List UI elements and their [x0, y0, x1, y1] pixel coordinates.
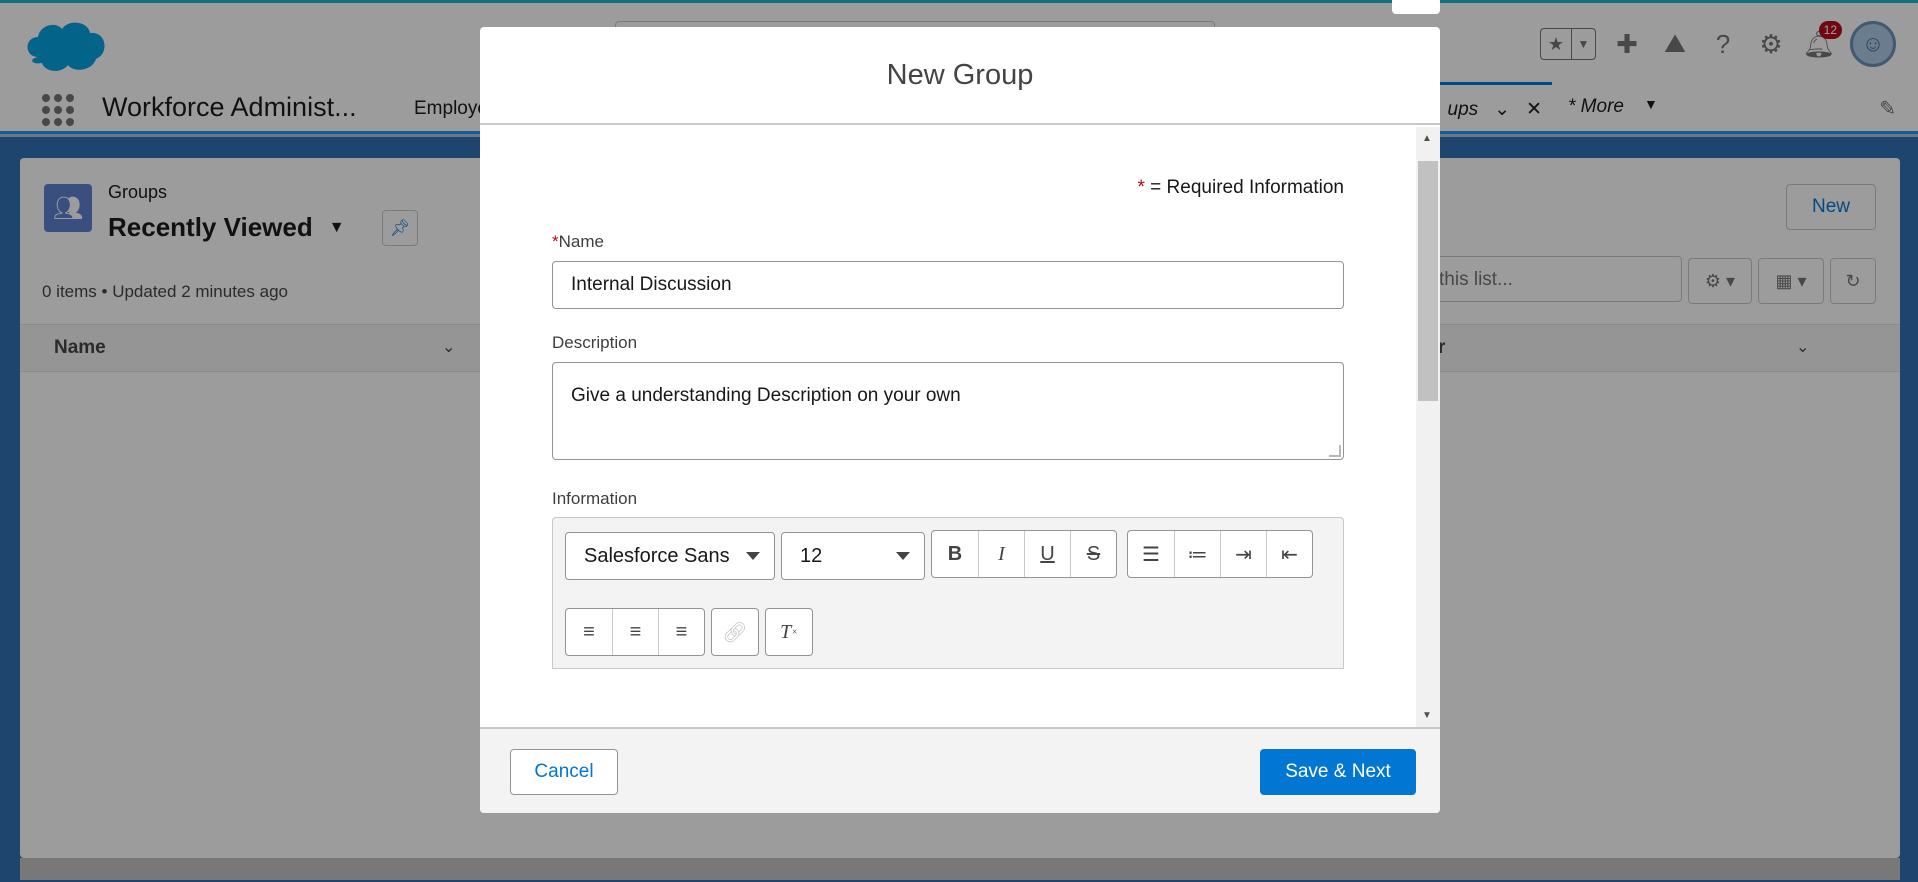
- description-textarea[interactable]: Give a understanding Description on your…: [552, 362, 1344, 460]
- scroll-down-icon[interactable]: ▼: [1422, 710, 1432, 721]
- indent-icon[interactable]: ⇥: [1220, 531, 1266, 577]
- required-star: *: [1137, 177, 1145, 198]
- name-label: *Name: [552, 232, 604, 251]
- font-size-select[interactable]: 12: [781, 532, 925, 580]
- align-left-icon[interactable]: ≡: [566, 609, 612, 655]
- clear-format-group: T ×: [765, 608, 813, 656]
- information-label: Information: [552, 489, 638, 508]
- underline-icon[interactable]: U: [1024, 531, 1070, 577]
- clear-formatting-icon[interactable]: T ×: [766, 609, 812, 655]
- resize-handle[interactable]: [1329, 445, 1341, 457]
- font-family-select[interactable]: Salesforce Sans: [565, 532, 775, 580]
- required-star: *: [552, 232, 559, 251]
- required-info-text: = Required Information: [1144, 177, 1344, 198]
- scroll-thumb[interactable]: [1418, 161, 1438, 401]
- cancel-button[interactable]: Cancel: [510, 749, 618, 795]
- list-format-group: ☰ ≔ ⇥ ⇤: [1127, 530, 1313, 578]
- scroll-up-icon[interactable]: ▲: [1422, 133, 1432, 144]
- link-icon: 🔗︎: [722, 621, 748, 644]
- modal-title: New Group: [886, 58, 1034, 91]
- bold-icon[interactable]: B: [932, 531, 978, 577]
- modal-footer: Cancel Save & Next: [480, 727, 1440, 813]
- link-group: 🔗︎: [711, 608, 759, 656]
- modal-body: * = Required Information *Name Internal …: [480, 127, 1440, 727]
- new-group-modal: New Group * = Required Information *Name…: [480, 27, 1440, 813]
- caret-down-icon: [896, 552, 910, 560]
- align-center-icon[interactable]: ≡: [612, 609, 658, 655]
- text-format-group: B I U S: [931, 530, 1117, 578]
- outdent-icon[interactable]: ⇤: [1266, 531, 1312, 577]
- modal-header: New Group: [480, 27, 1440, 125]
- save-next-button[interactable]: Save & Next: [1260, 749, 1416, 795]
- italic-icon[interactable]: I: [978, 531, 1024, 577]
- modal-vertical-scrollbar[interactable]: ▲ ▼: [1416, 127, 1440, 727]
- description-value: Give a understanding Description on your…: [571, 385, 961, 406]
- caret-down-icon: [746, 552, 760, 560]
- rich-text-editor: Salesforce Sans 12 B I U S ☰ ≔ ⇥ ⇤ ≡ ≡ ≡…: [552, 517, 1344, 727]
- align-group: ≡ ≡ ≡: [565, 608, 705, 656]
- name-input[interactable]: Internal Discussion: [552, 261, 1344, 309]
- modal-close-button[interactable]: [1392, 0, 1440, 14]
- rich-text-content-area[interactable]: [552, 668, 1344, 727]
- required-info-note: * = Required Information: [1138, 177, 1345, 199]
- font-size-value: 12: [800, 544, 823, 567]
- description-label: Description: [552, 333, 638, 352]
- font-family-value: Salesforce Sans: [584, 544, 730, 567]
- align-right-icon[interactable]: ≡: [658, 609, 704, 655]
- numbered-list-icon[interactable]: ≔: [1174, 531, 1220, 577]
- strikethrough-icon[interactable]: S: [1070, 531, 1116, 577]
- bulleted-list-icon[interactable]: ☰: [1128, 531, 1174, 577]
